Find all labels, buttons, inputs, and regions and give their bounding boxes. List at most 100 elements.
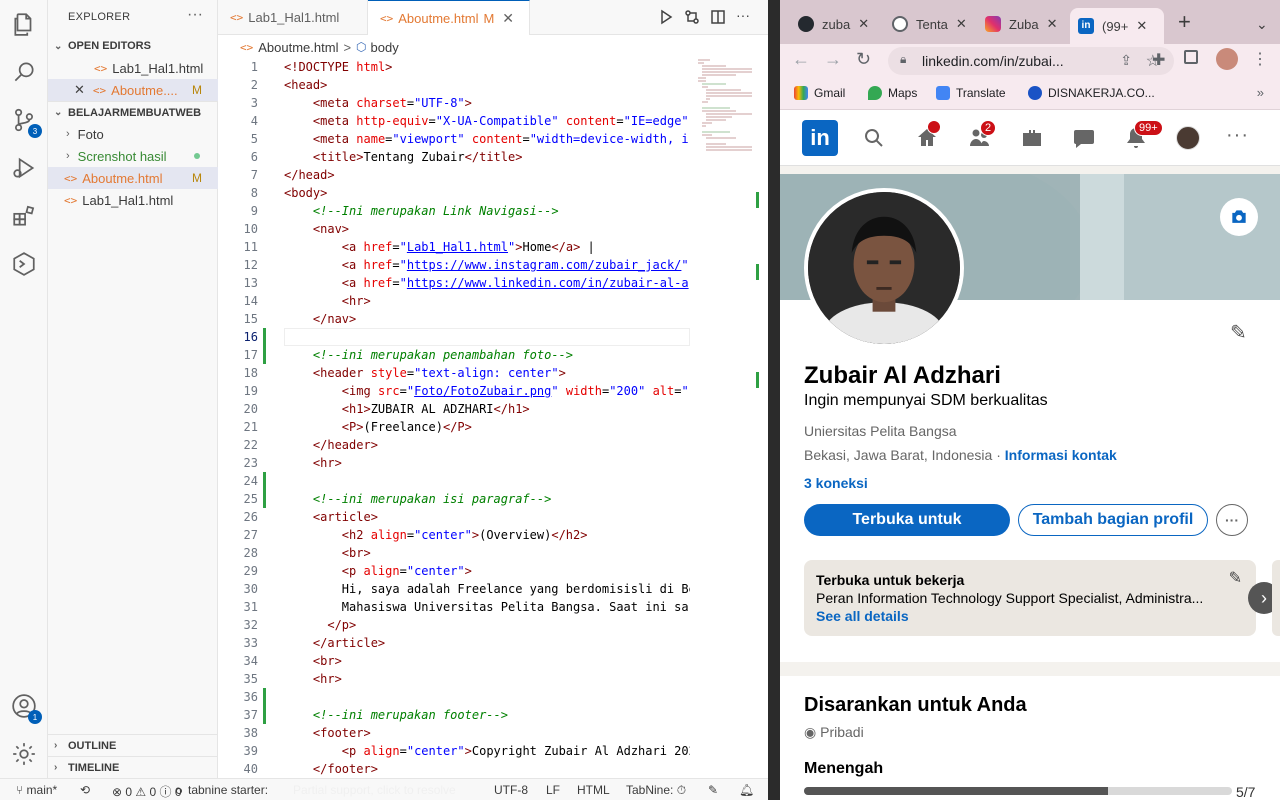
camera-icon[interactable] (1220, 198, 1258, 236)
close-icon[interactable]: ✕ (1136, 18, 1147, 34)
folder-item[interactable]: › Foto (48, 123, 218, 145)
bookmark-maps[interactable]: Maps (868, 86, 917, 100)
run-icon[interactable] (658, 9, 676, 27)
tab-aboutme[interactable]: <> Aboutme.html M ✕ (368, 0, 530, 35)
jobs-briefcase-icon[interactable] (1020, 126, 1044, 150)
open-to-work-card[interactable]: Terbuka untuk bekerja Peran Information … (804, 560, 1256, 636)
extensions-icon[interactable]: ✚ (1152, 50, 1165, 70)
browser-tab-active[interactable]: in (99+ ✕ (1070, 8, 1164, 44)
edit-pencil-icon[interactable]: ✎ (1230, 320, 1247, 345)
open-editor-label: Aboutme.... (111, 82, 178, 98)
close-icon[interactable]: ✕ (502, 10, 514, 27)
open-to-button[interactable]: Terbuka untuk (804, 504, 1010, 536)
bookmark-translate[interactable]: Translate (936, 86, 1006, 100)
project-section[interactable]: ⌄ BELAJARMEMBUATWEB (48, 101, 218, 123)
reload-icon[interactable]: ↻ (856, 49, 871, 70)
html-file-icon: <> (94, 61, 108, 75)
me-avatar[interactable] (1176, 126, 1200, 150)
explorer-icon[interactable] (8, 8, 40, 40)
browser-tab[interactable]: Zuba ✕ (977, 8, 1065, 40)
extensions-icon[interactable] (8, 200, 40, 232)
sidepanel-icon[interactable] (1184, 50, 1198, 64)
tab-search-icon[interactable]: ⌄ (1248, 8, 1268, 40)
close-icon[interactable]: ✕ (956, 16, 967, 32)
accounts-icon[interactable]: 1 (8, 690, 42, 724)
line-number: 32 (243, 618, 258, 632)
browser-tab-label: (99+ (1102, 18, 1129, 34)
branch-status[interactable]: ⑂ main* (16, 783, 57, 797)
folder-item[interactable]: › Screnshot hasil (48, 145, 218, 167)
file-item[interactable]: <> Lab1_Hal1.html (48, 189, 218, 211)
my-network-icon[interactable]: 2 (968, 120, 997, 150)
add-profile-section-button[interactable]: Tambah bagian profil (1018, 504, 1208, 536)
timeline-section[interactable]: › TIMELINE (48, 756, 218, 778)
more-actions-icon[interactable]: ··· (187, 6, 203, 24)
modified-indicator: M (192, 171, 202, 185)
bookmark-disnakerja[interactable]: DISNAKERJA.CO... (1028, 86, 1155, 100)
encoding-status[interactable]: UTF-8 (494, 783, 528, 797)
open-editors-section[interactable]: ⌄ OPEN EDITORS (48, 35, 218, 57)
new-tab-button[interactable]: + (1170, 6, 1191, 38)
file-item[interactable]: <> Aboutme.html M (48, 167, 218, 189)
language-status[interactable]: HTML (577, 783, 610, 797)
address-bar[interactable]: 🔒︎ linkedin.com/in/zubai... ⇪ ☆ (888, 47, 1174, 75)
more-actions-icon[interactable]: ··· (736, 7, 754, 25)
edit-pencil-icon[interactable]: ✎ (1229, 568, 1242, 588)
more-options-icon[interactable]: ··· (1216, 504, 1248, 536)
source-control-icon[interactable]: 3 (8, 104, 42, 138)
menu-icon[interactable]: ⋮ (1252, 49, 1268, 69)
home-icon[interactable] (915, 120, 941, 150)
bookmark-gmail[interactable]: Gmail (794, 86, 845, 100)
back-icon[interactable]: ← (792, 49, 810, 70)
tabnine-status[interactable]: tabnine starter: (176, 783, 268, 797)
messaging-icon[interactable] (1072, 126, 1096, 150)
eol-status[interactable]: LF (546, 783, 560, 797)
profile-name: Zubair Al Adzhari (804, 362, 1001, 389)
more-icon[interactable]: ··· (1226, 124, 1249, 147)
linkedin-content: ✎ Zubair Al Adzhari Ingin mempunyai SDM … (780, 166, 1280, 800)
connections-link[interactable]: 3 koneksi (804, 475, 868, 491)
tabnine-short-status[interactable]: TabNine: ⏱ (626, 783, 686, 798)
partial-support-status[interactable]: Partial support, click to resolve (293, 783, 456, 797)
share-icon[interactable]: ⇪ (1120, 52, 1132, 69)
code-editor[interactable]: 1 2 3 4 5 6 7 8 9 10 11 12 13 14 15 16 1… (218, 58, 768, 778)
browser-tab[interactable]: zuba ✕ (790, 8, 878, 40)
bell-icon[interactable]: 🔔︎ (739, 783, 754, 797)
split-editor-icon[interactable] (710, 9, 728, 27)
profile-photo[interactable] (804, 188, 964, 348)
sync-icon[interactable]: ⟲ (80, 783, 90, 797)
close-icon[interactable]: ✕ (74, 82, 85, 98)
close-icon[interactable]: ✕ (858, 16, 869, 32)
open-editor-item[interactable]: ✕ <> Aboutme.... M (48, 79, 218, 101)
breadcrumb-symbol[interactable]: body (371, 40, 399, 55)
close-icon[interactable]: ✕ (1047, 16, 1058, 32)
minimap[interactable] (696, 58, 756, 158)
settings-gear-icon[interactable] (8, 738, 40, 770)
more-bookmarks-icon[interactable]: » (1257, 85, 1264, 100)
notifications-badge: 99+ (1134, 120, 1163, 136)
notifications-bell-icon[interactable]: 99+ (1124, 120, 1163, 150)
compare-changes-icon[interactable] (684, 9, 702, 27)
line-number: 33 (243, 636, 258, 650)
code-line: <meta charset="UTF-8"> (312, 96, 472, 110)
search-icon[interactable] (862, 126, 886, 150)
browser-tab[interactable]: Tenta ✕ (884, 8, 972, 40)
run-debug-icon[interactable] (8, 152, 40, 184)
outline-section[interactable]: › OUTLINE (48, 734, 218, 756)
open-editor-item[interactable]: <> Lab1_Hal1.html (48, 57, 218, 79)
forward-icon[interactable]: → (824, 49, 842, 70)
contact-info-link[interactable]: Informasi kontak (1005, 447, 1117, 463)
search-icon[interactable] (8, 56, 40, 88)
chevron-down-icon: ⌄ (54, 40, 63, 52)
explorer-sidebar: EXPLORER ··· ⌄ OPEN EDITORS <> Lab1_Hal1… (48, 0, 218, 778)
tab-lab1[interactable]: <> Lab1_Hal1.html (218, 0, 368, 35)
remote-explorer-icon[interactable] (8, 248, 40, 280)
breadcrumb-file[interactable]: Aboutme.html (258, 40, 338, 55)
problems-status[interactable]: ⊗ 0 ⚠ 0 ⓘ 0 (112, 783, 182, 800)
linkedin-logo[interactable]: in (802, 120, 838, 156)
profile-avatar[interactable] (1216, 48, 1238, 70)
feedback-icon[interactable]: ✎ (708, 783, 718, 797)
profile-education[interactable]: Uniersitas Pelita Bangsa (804, 423, 957, 439)
see-all-details-link[interactable]: See all details (816, 608, 909, 624)
code-line: <!--Ini merupakan Link Navigasi--> (312, 204, 559, 218)
